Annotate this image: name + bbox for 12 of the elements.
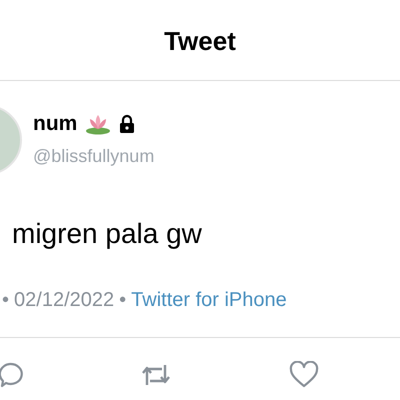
source-link[interactable]: Twitter for iPhone bbox=[131, 285, 287, 315]
heart-icon[interactable] bbox=[289, 361, 319, 389]
page-title: Tweet bbox=[164, 24, 236, 58]
display-name: num bbox=[33, 110, 78, 136]
reply-icon[interactable] bbox=[0, 361, 24, 389]
lock-icon bbox=[119, 114, 136, 134]
separator-dot: • bbox=[2, 288, 10, 313]
tweet-text: migren pala gw bbox=[12, 218, 202, 249]
tweet-date: 02/12/2022 bbox=[14, 288, 114, 313]
username: @blissfullynum bbox=[33, 144, 154, 168]
separator-dot: • bbox=[119, 288, 126, 313]
lotus-icon bbox=[85, 112, 112, 134]
